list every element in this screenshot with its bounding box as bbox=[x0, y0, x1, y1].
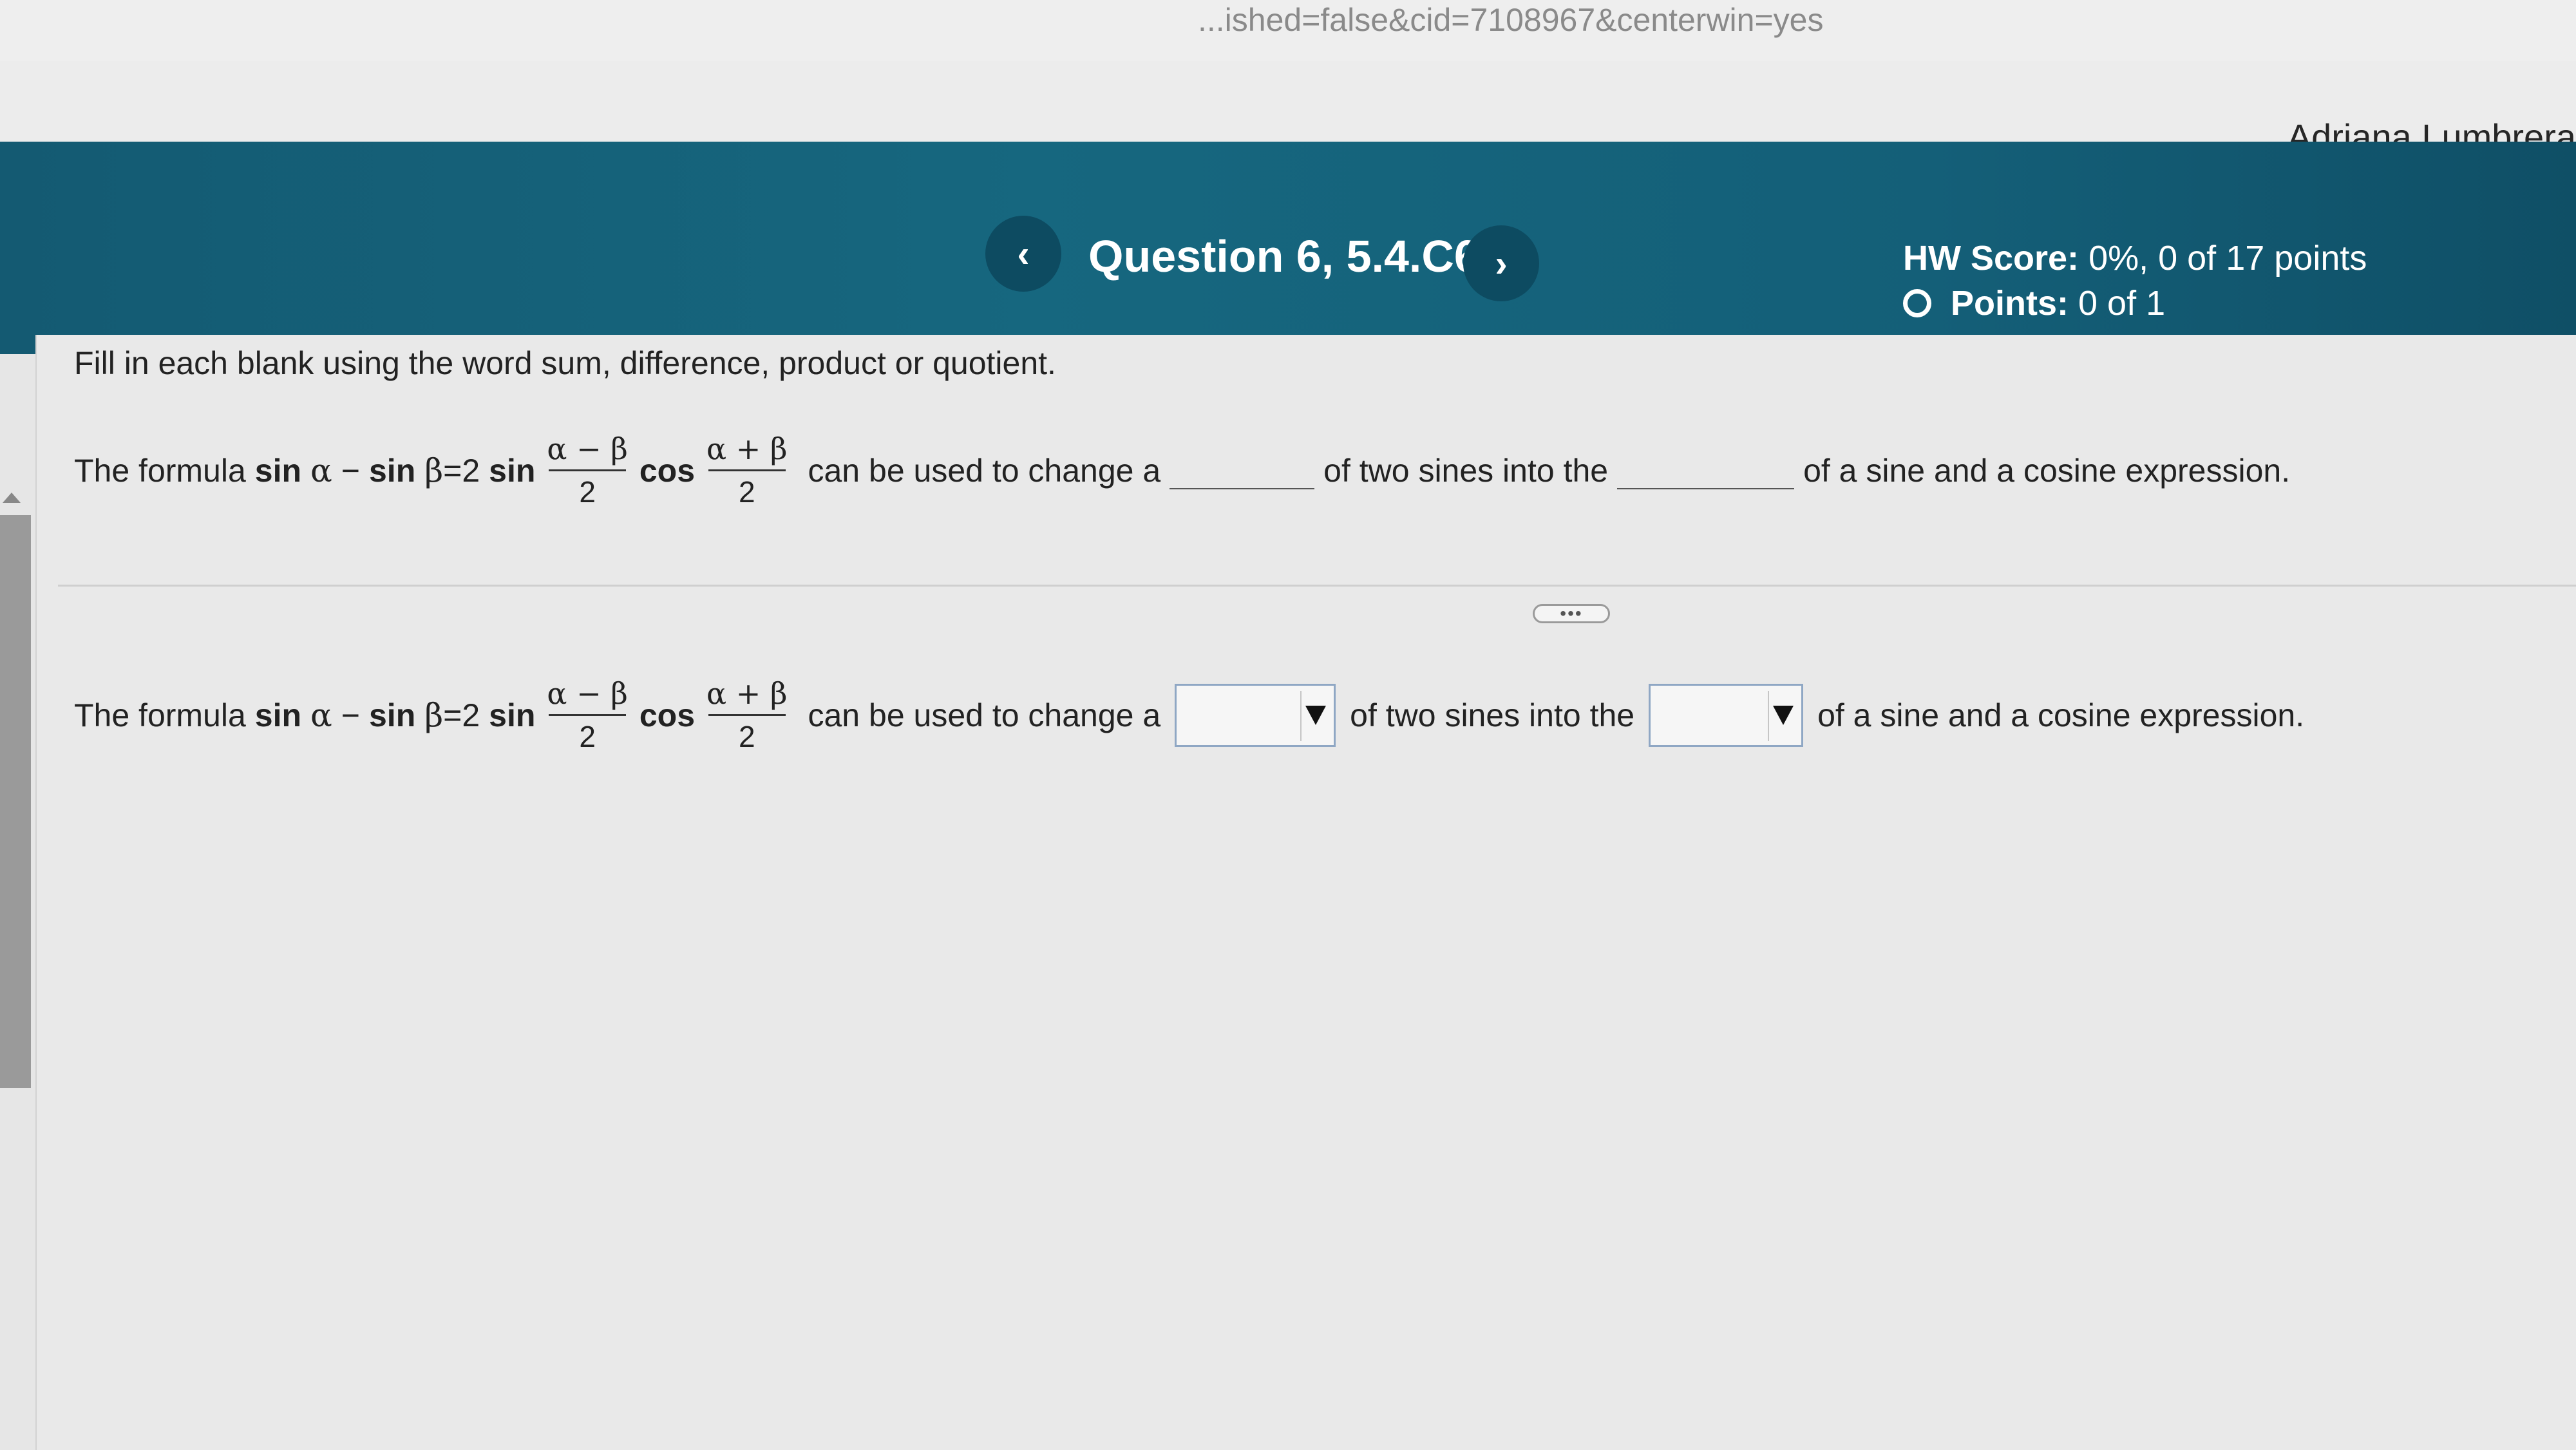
dropdown-divider bbox=[1300, 690, 1302, 741]
dropdown-arrow-icon[interactable] bbox=[1773, 705, 1794, 725]
formula-equals: =2 bbox=[443, 452, 480, 489]
dropdown-divider bbox=[1768, 690, 1770, 741]
ellipsis-icon[interactable]: ••• bbox=[1533, 604, 1610, 623]
formula-alpha: α bbox=[310, 696, 332, 734]
points-status-icon bbox=[1903, 289, 1931, 317]
chevron-left-icon: ‹ bbox=[1017, 232, 1030, 275]
points: Points: 0 of 1 bbox=[1903, 283, 2165, 323]
formula-prefix: The formula bbox=[74, 452, 246, 489]
fraction-numerator: α + β bbox=[706, 676, 788, 711]
answer-statement: The formula sin α − sin β =2 sin α − β 2… bbox=[74, 673, 2304, 757]
question-title: Question 6, 5.4.C6 bbox=[1088, 231, 1479, 281]
chevron-right-icon: › bbox=[1495, 242, 1508, 285]
section-divider bbox=[58, 585, 2576, 587]
user-bar bbox=[0, 61, 2576, 145]
formula-sin: sin bbox=[254, 452, 302, 489]
formula-minus: − bbox=[341, 697, 360, 733]
fraction-numerator: α − β bbox=[547, 676, 628, 711]
formula-alpha: α bbox=[310, 451, 332, 489]
statement-text: of a sine and a cosine expression. bbox=[1803, 452, 2291, 489]
answer-text: of a sine and a cosine expression. bbox=[1817, 697, 2305, 733]
fraction-denominator: 2 bbox=[579, 475, 596, 509]
formula-sin: sin bbox=[254, 697, 302, 733]
hw-score-label: HW Score: bbox=[1903, 239, 2079, 278]
formula-prefix: The formula bbox=[74, 697, 246, 733]
fraction-alpha-minus-beta: α − β 2 bbox=[542, 428, 632, 513]
points-value: 0 of 1 bbox=[2078, 284, 2166, 323]
formula-sin: sin bbox=[369, 452, 416, 489]
formula-minus: − bbox=[341, 452, 360, 489]
formula-equals: =2 bbox=[443, 697, 480, 733]
fraction-denominator: 2 bbox=[738, 720, 755, 753]
answer-dropdown-2[interactable] bbox=[1649, 683, 1804, 747]
dropdown-arrow-icon[interactable] bbox=[1305, 705, 1327, 725]
fraction-alpha-plus-beta: α + β 2 bbox=[701, 673, 792, 757]
fraction-denominator: 2 bbox=[579, 720, 596, 753]
question-instruction: Fill in each blank using the word sum, d… bbox=[74, 345, 1056, 381]
url-text: ...ished=false&cid=7108967&centerwin=yes bbox=[1198, 2, 1824, 38]
formula-cos: cos bbox=[639, 452, 696, 489]
blank-line-2 bbox=[1617, 487, 1795, 489]
answer-text: of two sines into the bbox=[1350, 697, 1635, 733]
left-scroll-rail[interactable] bbox=[0, 515, 31, 1088]
statement-text: of two sines into the bbox=[1323, 452, 1609, 489]
answer-dropdown-1[interactable] bbox=[1175, 683, 1336, 747]
previous-question-button[interactable]: ‹ bbox=[985, 216, 1061, 292]
rail-up-arrow-icon[interactable] bbox=[3, 493, 21, 503]
fraction-denominator: 2 bbox=[738, 475, 755, 509]
fraction-numerator: α − β bbox=[547, 431, 628, 466]
fraction-alpha-plus-beta: α + β 2 bbox=[701, 428, 792, 513]
statement-text: can be used to change a bbox=[808, 452, 1161, 489]
points-label: Points: bbox=[1951, 284, 2069, 323]
fraction-alpha-minus-beta: α − β 2 bbox=[542, 673, 632, 757]
next-question-button[interactable]: › bbox=[1463, 225, 1539, 301]
formula-beta: β bbox=[424, 696, 444, 734]
fraction-numerator: α + β bbox=[706, 431, 788, 466]
hw-score-value: 0%, 0 of 17 points bbox=[2088, 239, 2367, 278]
blank-line-1 bbox=[1170, 487, 1315, 489]
formula-sin: sin bbox=[369, 697, 416, 733]
formula-sin: sin bbox=[489, 697, 536, 733]
answer-text: can be used to change a bbox=[808, 697, 1161, 733]
formula-cos: cos bbox=[639, 697, 696, 733]
separator-dots: ••• bbox=[1560, 603, 1583, 623]
formula-beta: β bbox=[424, 451, 444, 489]
hw-score: HW Score: 0%, 0 of 17 points bbox=[1903, 238, 2367, 278]
formula-sin: sin bbox=[489, 452, 536, 489]
question-statement: The formula sin α − sin β =2 sin α − β 2… bbox=[74, 428, 2290, 513]
browser-url-bar: ...ished=false&cid=7108967&centerwin=yes bbox=[0, 0, 2576, 62]
